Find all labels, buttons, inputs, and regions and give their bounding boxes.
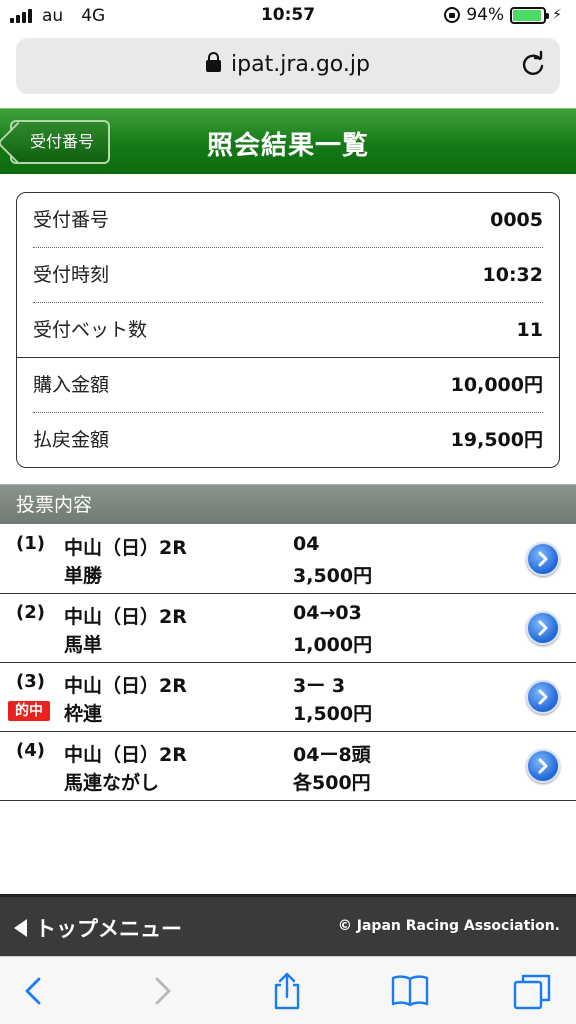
summary-value: 19,500円 (450, 429, 543, 451)
bet-amount: 各500円 (293, 772, 371, 794)
bet-combination: 04 (293, 533, 320, 555)
lock-icon (206, 52, 222, 72)
summary-label: 受付時刻 (33, 264, 110, 286)
url-display[interactable]: ipat.jra.go.jp (16, 52, 560, 77)
back-arrow-icon[interactable] (14, 971, 54, 1011)
status-bar: au 4G 10:57 94% ⚡ (0, 0, 576, 34)
bet-row[interactable]: (1) 中山（日）2R 単勝 04 3,500円 (0, 525, 576, 594)
copyright: © Japan Racing Association. (337, 918, 560, 934)
summary-row-receipt-time: 受付時刻 10:32 (33, 248, 543, 302)
summary-row-receipt-number: 受付番号 0005 (33, 193, 543, 247)
summary-row-purchase-amount: 購入金額 10,000円 (33, 358, 543, 412)
summary-label: 受付番号 (33, 209, 110, 231)
battery-percent: 94% (466, 5, 505, 25)
status-right: 94% ⚡ (444, 5, 562, 25)
top-menu-link[interactable]: トップメニュー (14, 913, 182, 943)
bet-venue: 中山（日）2R (64, 675, 187, 697)
chevron-right-icon[interactable] (526, 749, 560, 783)
summary-value: 11 (516, 319, 543, 341)
browser-toolbar (0, 956, 576, 1024)
bet-row[interactable]: (3) 的中 中山（日）2R 枠連 3ー 3 1,500円 (0, 663, 576, 732)
summary-card: 受付番号 0005 受付時刻 10:32 受付ベット数 11 購入金額 10,0… (16, 192, 560, 468)
bet-combination: 04ー8頭 (293, 744, 371, 766)
top-menu-label: トップメニュー (35, 917, 182, 941)
chevron-right-icon[interactable] (526, 611, 560, 645)
section-header-bets: 投票内容 (0, 484, 576, 524)
bet-venue: 中山（日）2R (64, 744, 187, 766)
summary-row-bet-count: 受付ベット数 11 (33, 303, 543, 357)
url-text: ipat.jra.go.jp (231, 52, 370, 77)
rotation-lock-icon (444, 7, 461, 23)
bet-number: (2) (16, 602, 45, 623)
bet-type: 馬連ながし (64, 772, 160, 794)
page-title: 照会結果一覧 (206, 131, 369, 161)
charging-icon: ⚡ (552, 7, 562, 23)
bet-number: (1) (16, 533, 45, 554)
summary-label: 購入金額 (33, 374, 110, 396)
app-header: 受付番号 照会結果一覧 (0, 108, 576, 174)
reload-icon[interactable] (518, 50, 548, 80)
bet-amount: 1,500円 (293, 703, 373, 725)
bet-type: 単勝 (64, 565, 103, 587)
bookmarks-icon[interactable] (390, 971, 430, 1011)
back-button[interactable]: 受付番号 (10, 120, 110, 164)
summary-label: 受付ベット数 (33, 319, 148, 341)
chevron-right-icon[interactable] (526, 680, 560, 714)
bet-type: 馬単 (64, 634, 103, 656)
summary-value: 0005 (490, 209, 543, 231)
hit-badge: 的中 (8, 701, 50, 721)
summary-value: 10:32 (482, 264, 543, 286)
triangle-left-icon (14, 919, 27, 937)
summary-value: 10,000円 (450, 374, 543, 396)
summary-row-payout-amount: 払戻金額 19,500円 (33, 413, 543, 467)
bet-amount: 3,500円 (293, 565, 373, 587)
bet-number: (4) (16, 740, 45, 761)
battery-icon (510, 6, 550, 24)
footer-bar: トップメニュー © Japan Racing Association. (0, 894, 576, 956)
bet-venue: 中山（日）2R (64, 606, 187, 628)
battery-fill (513, 9, 542, 21)
bet-number: (3) (16, 671, 45, 692)
bet-combination: 3ー 3 (293, 675, 346, 697)
bet-type: 枠連 (64, 703, 103, 725)
share-icon[interactable] (267, 971, 307, 1011)
forward-arrow-icon[interactable] (142, 971, 182, 1011)
bet-row[interactable]: (4) 中山（日）2R 馬連ながし 04ー8頭 各500円 (0, 732, 576, 801)
bet-venue: 中山（日）2R (64, 537, 187, 559)
bet-row[interactable]: (2) 中山（日）2R 馬単 04→03 1,000円 (0, 594, 576, 663)
back-button-label: 受付番号 (30, 132, 95, 151)
tabs-icon[interactable] (512, 971, 552, 1011)
chevron-right-icon[interactable] (526, 542, 560, 576)
bet-amount: 1,000円 (293, 634, 373, 656)
bet-combination: 04→03 (293, 602, 362, 624)
summary-label: 払戻金額 (33, 429, 110, 451)
address-bar[interactable]: ipat.jra.go.jp (16, 38, 560, 94)
